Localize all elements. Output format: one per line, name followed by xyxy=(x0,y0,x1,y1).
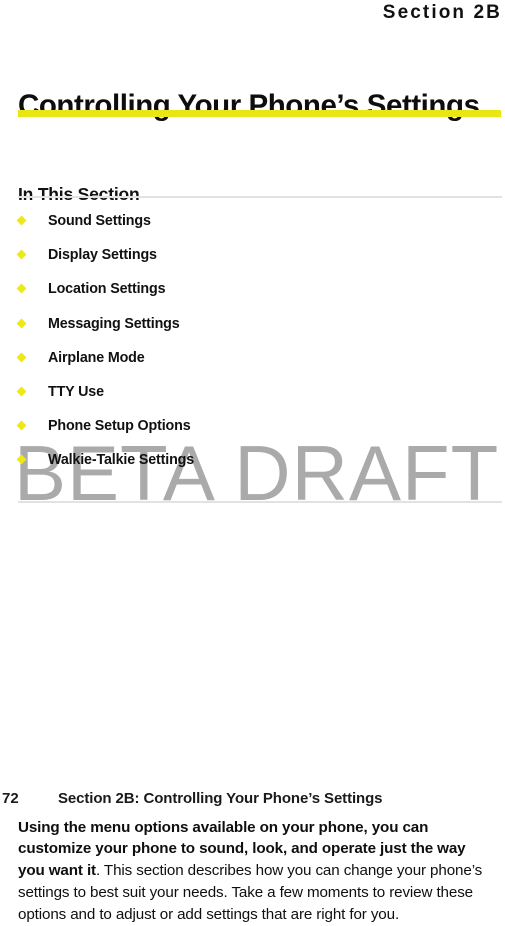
diamond-bullet-icon xyxy=(16,283,27,294)
section-divider-top xyxy=(18,196,502,198)
list-item-label: Display Settings xyxy=(48,247,157,264)
footer-title: Section 2B: Controlling Your Phone’s Set… xyxy=(58,790,383,807)
diamond-bullet-icon xyxy=(16,454,27,465)
list-item[interactable]: Airplane Mode xyxy=(0,349,505,383)
diamond-bullet-icon xyxy=(16,420,27,431)
list-item-label: Messaging Settings xyxy=(48,315,180,332)
document-page: Section 2B Controlling Your Phone’s Sett… xyxy=(0,0,505,923)
page-number: 72 xyxy=(2,790,19,807)
page-title: Controlling Your Phone’s Settings xyxy=(18,88,480,122)
page-footer: 72 Section 2B: Controlling Your Phone’s … xyxy=(2,789,502,811)
intro-paragraph: Using the menu options available on your… xyxy=(18,817,492,926)
diamond-bullet-icon xyxy=(16,352,27,363)
diamond-bullet-icon xyxy=(16,249,27,260)
list-item[interactable]: Location Settings xyxy=(0,280,505,314)
in-this-section-list: Sound Settings Display Settings Location… xyxy=(0,212,505,486)
running-head: Section 2B xyxy=(382,2,502,23)
list-item-label: Sound Settings xyxy=(48,213,151,229)
list-item[interactable]: Sound Settings xyxy=(0,212,505,246)
in-this-section-heading: In This Section xyxy=(18,183,140,204)
section-divider-bottom xyxy=(18,501,502,503)
list-item-label: TTY Use xyxy=(48,383,104,400)
list-item[interactable]: Phone Setup Options xyxy=(0,417,505,451)
title-accent-rule xyxy=(18,110,501,117)
list-item[interactable]: Walkie-Talkie Settings xyxy=(0,451,505,485)
list-item-label: Airplane Mode xyxy=(48,349,145,366)
list-item-label: Phone Setup Options xyxy=(48,418,191,435)
list-item-label: Walkie-Talkie Settings xyxy=(48,452,195,469)
list-item-label: Location Settings xyxy=(48,281,166,298)
diamond-bullet-icon xyxy=(16,386,27,397)
diamond-bullet-icon xyxy=(16,318,27,329)
list-item[interactable]: Messaging Settings xyxy=(0,315,505,349)
list-item[interactable]: Display Settings xyxy=(0,246,505,280)
diamond-bullet-icon xyxy=(16,215,27,226)
list-item[interactable]: TTY Use xyxy=(0,383,505,417)
